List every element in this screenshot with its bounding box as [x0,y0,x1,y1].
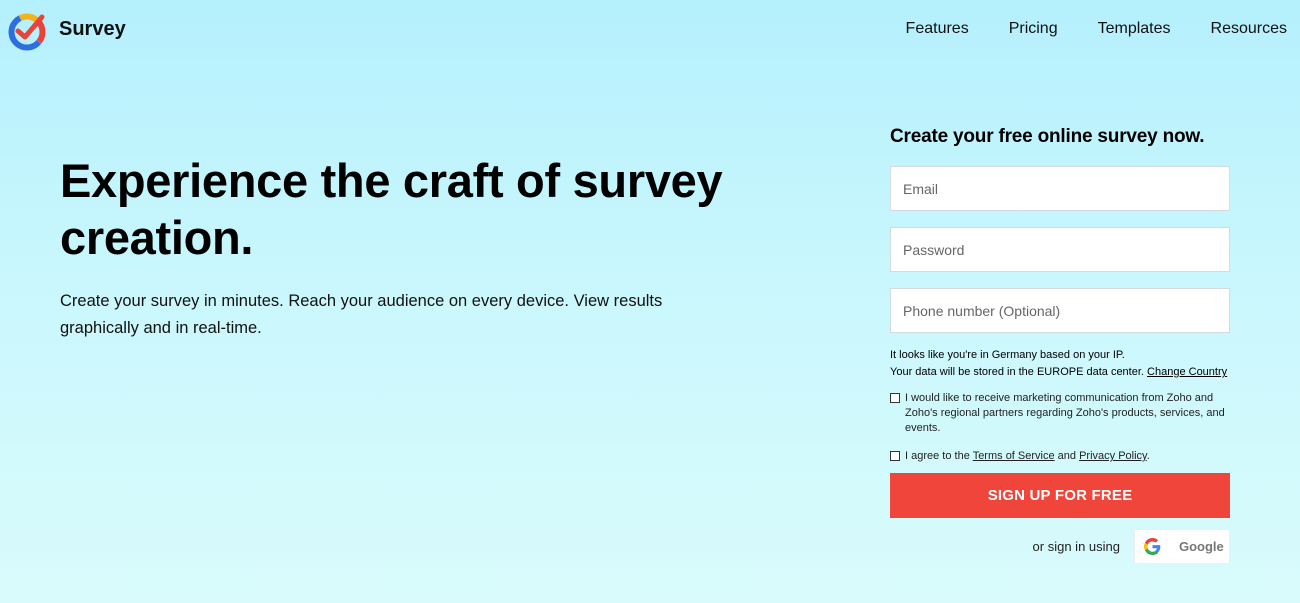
email-field[interactable] [890,166,1230,211]
nav-pricing[interactable]: Pricing [1009,20,1058,38]
terms-label: I agree to the Terms of Service and Priv… [905,449,1150,464]
marketing-consent-checkbox[interactable] [890,393,900,403]
privacy-policy-link[interactable]: Privacy Policy [1079,450,1147,462]
password-field[interactable] [890,227,1230,272]
alt-signin-row: or sign in using Google [890,529,1230,564]
terms-suffix: . [1146,450,1150,462]
alt-signin-label: or sign in using [1032,539,1120,554]
hero-section: Experience the craft of survey creation.… [60,152,780,342]
top-nav: Features Pricing Templates Resources [866,20,1287,38]
phone-field[interactable] [890,288,1230,333]
terms-and: and [1057,450,1077,462]
data-center-notice: It looks like you're in Germany based on… [890,347,1230,381]
change-country-link[interactable]: Change Country [1147,366,1227,378]
brand-name: Survey [59,17,126,40]
hero-subtitle: Create your survey in minutes. Reach you… [60,292,663,337]
ip-location-text: It looks like you're in Germany based on… [890,349,1125,361]
terms-prefix: I agree to the [905,450,970,462]
google-g-icon [1144,538,1161,555]
marketing-consent-row: I would like to receive marketing commun… [890,391,1230,436]
nav-templates[interactable]: Templates [1098,20,1171,38]
google-signin-button[interactable]: Google [1134,529,1230,564]
google-label: Google [1179,539,1224,554]
survey-check-logo-icon [8,13,46,51]
nav-resources[interactable]: Resources [1211,20,1287,38]
terms-checkbox[interactable] [890,451,900,461]
data-center-text-row: Your data will be stored in the EUROPE d… [890,364,1230,381]
marketing-consent-label: I would like to receive marketing commun… [905,392,1225,434]
hero-title: Experience the craft of survey creation. [60,154,723,264]
nav-features[interactable]: Features [906,20,969,38]
data-center-text: Your data will be stored in the EUROPE d… [890,366,1144,378]
terms-row: I agree to the Terms of Service and Priv… [890,449,1230,464]
brand-logo[interactable]: Survey [6,9,126,51]
signup-button[interactable]: SIGN UP FOR FREE [890,473,1230,518]
signup-form-title: Create your free online survey now. [890,126,1205,147]
terms-of-service-link[interactable]: Terms of Service [973,450,1055,462]
signup-form: Create your free online survey now. It l… [890,126,1230,564]
